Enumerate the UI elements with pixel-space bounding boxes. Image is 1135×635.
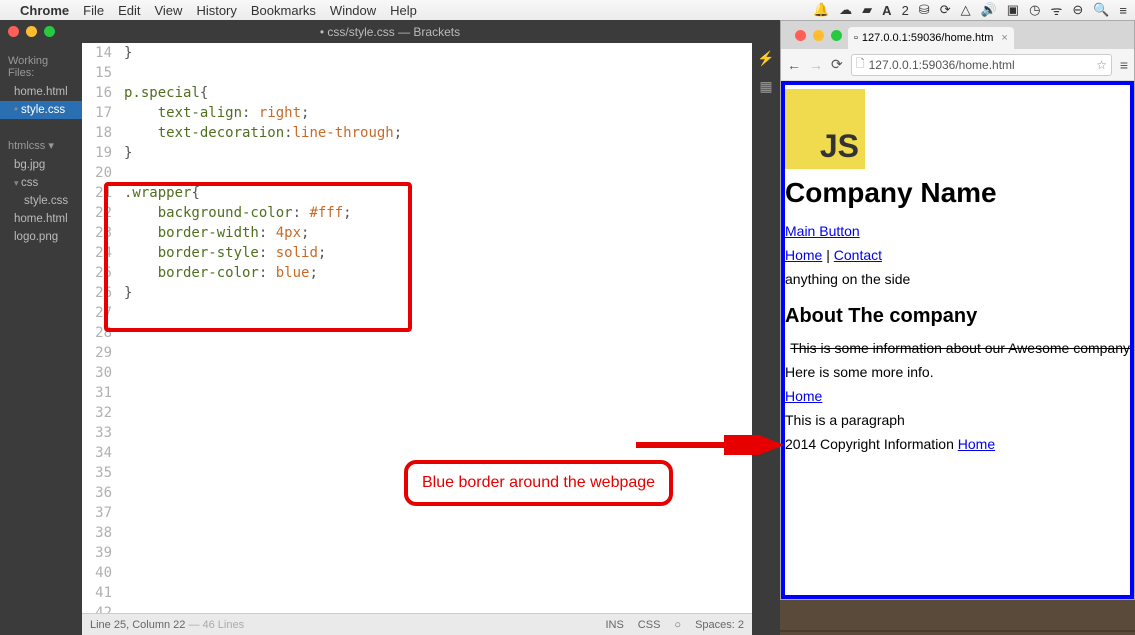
hamburger-icon[interactable]: ≡ [1119,1,1127,19]
aside-text: anything on the side [785,271,1130,287]
brackets-right-toolbar: ⚡ ▦ [752,43,780,635]
folder-css[interactable]: css [0,174,82,192]
more-info-text: Here is some more info. [785,364,1130,380]
window-title: • css/style.css — Brackets [320,25,460,39]
menu-edit[interactable]: Edit [118,3,140,18]
macos-menubar: Chrome File Edit View History Bookmarks … [0,0,1135,20]
menu-bookmarks[interactable]: Bookmarks [251,3,316,18]
page-heading: Company Name [785,177,1130,209]
file-logo-png[interactable]: logo.png [0,228,82,246]
page-info-icon[interactable]: 🗋 [856,55,865,74]
badge-2-icon[interactable]: 2 [902,1,909,19]
browser-tab[interactable]: ▫ 127.0.0.1:59036/home.htm × [848,27,1014,49]
cloud-icon[interactable]: ☁ [839,1,852,19]
main-button-link[interactable]: Main Button [785,223,860,239]
menu-window[interactable]: Window [330,3,376,18]
status-circle-icon[interactable]: ○ [674,619,681,631]
bell-icon[interactable]: 🔔 [813,1,829,19]
nav-home[interactable]: Home [785,247,822,263]
file-home-html[interactable]: home.html [0,210,82,228]
file-bg-jpg[interactable]: bg.jpg [0,156,82,174]
forward-icon[interactable]: → [809,57,823,73]
special-paragraph: This is some information about our Aweso… [785,340,1130,356]
cursor-position: Line 25, Column 22 — 46 Lines [90,619,244,631]
wifi-icon[interactable]: ᯤ [1050,1,1062,19]
status-spaces[interactable]: Spaces: 2 [695,619,744,631]
minimize-icon[interactable] [813,30,824,41]
file-style-css[interactable]: style.css [0,192,82,210]
menu-file[interactable]: File [83,3,104,18]
footer-text: 2014 Copyright Information Home [785,436,1130,452]
bookmark-star-icon[interactable]: ☆ [1096,58,1107,72]
paragraph-text: This is a paragraph [785,412,1130,428]
menu-view[interactable]: View [154,3,182,18]
working-files-header: Working Files: [0,49,82,83]
nav-contact[interactable]: Contact [834,247,882,263]
nav-separator: | [822,247,833,263]
spotlight-icon[interactable]: 🔍 [1093,1,1109,19]
minimize-icon[interactable] [26,26,37,37]
chrome-traffic-lights[interactable] [795,30,842,41]
tab-close-icon[interactable]: × [1001,32,1007,44]
working-file-home[interactable]: home.html [0,83,82,101]
brackets-window: • css/style.css — Brackets Working Files… [0,20,780,635]
brackets-titlebar: • css/style.css — Brackets [0,20,780,43]
adobe-icon[interactable]: A [882,1,891,19]
chrome-toolbar: ← → ⟳ 🗋 127.0.0.1:59036/home.html ☆ ≡ [781,49,1134,81]
reload-icon[interactable]: ⟳ [831,56,843,73]
address-bar[interactable]: 🗋 127.0.0.1:59036/home.html ☆ [851,54,1112,76]
tab-favicon-icon: ▫ [854,32,858,44]
sync-icon[interactable]: ⟳ [940,1,951,19]
volume-icon[interactable]: 🔊 [981,1,997,19]
clock-icon[interactable]: ◷ [1029,1,1040,19]
nav-links: Home | Contact [785,247,1130,263]
rendered-page: JS Company Name Main Button Home | Conta… [781,81,1134,599]
status-ins[interactable]: INS [605,619,623,631]
chat-icon[interactable]: ▰ [862,1,872,19]
status-lang[interactable]: CSS [638,619,661,631]
extensions-icon[interactable]: ▦ [757,77,775,95]
project-header[interactable]: htmlcss ▾ [0,133,82,156]
code-editor[interactable]: 1415161718192021222324252627282930313233… [82,43,752,635]
menubar-tray: 🔔 ☁ ▰ A 2 ⛁ ⟳ △ 🔊 ▣ ◷ ᯤ ⊖ 🔍 ≡ [813,1,1127,19]
zoom-icon[interactable] [44,26,55,37]
traffic-lights[interactable] [8,26,55,37]
zoom-icon[interactable] [831,30,842,41]
back-icon[interactable]: ← [787,57,801,73]
drive-icon[interactable]: △ [961,1,971,19]
footer-home-link[interactable]: Home [958,436,995,452]
close-icon[interactable] [795,30,806,41]
dropbox-icon[interactable]: ⛁ [919,1,930,19]
shield-icon[interactable]: ▣ [1007,1,1019,19]
statusbar: Line 25, Column 22 — 46 Lines INS CSS ○ … [82,613,752,635]
brackets-sidebar: Working Files: home.html style.css htmlc… [0,43,82,635]
code-lines[interactable]: } p.special{ text-align: right; text-dec… [118,43,752,613]
close-icon[interactable] [8,26,19,37]
js-logo: JS [785,89,865,169]
tab-title: 127.0.0.1:59036/home.htm [862,32,993,44]
working-file-style[interactable]: style.css [0,101,82,119]
menu-history[interactable]: History [196,3,236,18]
menu-help[interactable]: Help [390,3,417,18]
chrome-window: ▫ 127.0.0.1:59036/home.htm × ← → ⟳ 🗋 127… [780,20,1135,600]
battery-icon[interactable]: ⊖ [1072,1,1083,19]
about-heading: About The company [785,305,1130,328]
live-preview-icon[interactable]: ⚡ [757,49,775,67]
chrome-tabstrip: ▫ 127.0.0.1:59036/home.htm × [781,21,1134,49]
home-link[interactable]: Home [785,388,822,404]
line-gutter: 1415161718192021222324252627282930313233… [82,43,118,613]
app-name[interactable]: Chrome [20,3,69,18]
url-text: 127.0.0.1:59036/home.html [869,58,1015,72]
chrome-menu-icon[interactable]: ≡ [1120,57,1128,73]
page-wrapper: JS Company Name Main Button Home | Conta… [781,81,1134,599]
